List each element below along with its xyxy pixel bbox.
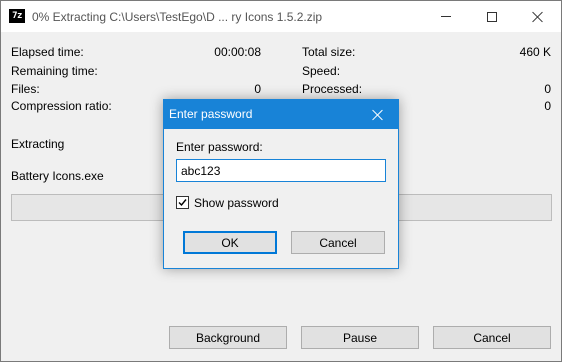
show-password-label[interactable]: Show password <box>194 196 279 210</box>
processed-label: Processed: <box>302 82 363 96</box>
checkmark-icon <box>178 199 187 207</box>
7zip-app-icon: 7z <box>9 9 25 23</box>
dialog-cancel-button[interactable]: Cancel <box>291 231 385 254</box>
cancel-button[interactable]: Cancel <box>433 326 551 349</box>
password-prompt-label: Enter password: <box>176 140 263 154</box>
speed-label: Speed: <box>302 64 341 78</box>
files-value: 0 <box>254 82 261 96</box>
maximize-button[interactable] <box>469 1 515 32</box>
total-size-value: 460 K <box>519 45 551 59</box>
total-size-label: Total size: <box>302 45 356 59</box>
remaining-time-label: Remaining time: <box>11 64 98 78</box>
current-file-name: Battery Icons.exe <box>11 169 104 183</box>
pause-button[interactable]: Pause <box>301 326 419 349</box>
dialog-title: Enter password <box>169 107 253 121</box>
dialog-close-button[interactable] <box>358 100 398 129</box>
background-button[interactable]: Background <box>169 326 287 349</box>
minimize-icon <box>441 16 451 17</box>
maximize-icon <box>487 11 497 22</box>
compression-ratio-label: Compression ratio: <box>11 99 112 113</box>
enter-password-dialog: Enter password Enter password: Show pass… <box>163 99 399 269</box>
files-label: Files: <box>11 82 40 96</box>
title-bar: 7z 0% Extracting C:\Users\TestEgo\D ... … <box>1 1 561 32</box>
packed-size-value: 0 <box>544 99 551 113</box>
processed-value: 0 <box>544 82 551 96</box>
current-action-text: Extracting <box>11 137 65 151</box>
close-icon <box>532 11 544 23</box>
minimize-button[interactable] <box>423 1 469 32</box>
window-title: 0% Extracting C:\Users\TestEgo\D ... ry … <box>32 10 323 24</box>
elapsed-time-label: Elapsed time: <box>11 45 84 59</box>
elapsed-time-value: 00:00:08 <box>214 45 261 59</box>
show-password-checkbox[interactable] <box>176 196 189 209</box>
close-button[interactable] <box>515 1 561 32</box>
ok-button[interactable]: OK <box>183 231 277 254</box>
dialog-title-bar: Enter password <box>164 100 398 129</box>
close-icon <box>372 109 384 121</box>
password-input[interactable] <box>176 159 386 182</box>
